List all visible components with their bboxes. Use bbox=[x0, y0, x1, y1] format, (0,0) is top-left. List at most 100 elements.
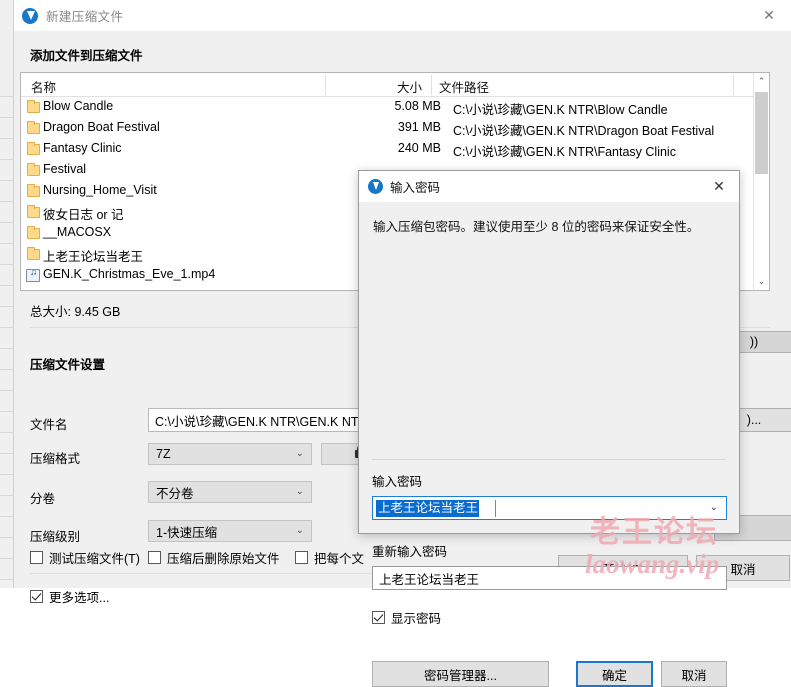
file-name: GEN.K_Christmas_Eve_1.mp4 bbox=[43, 267, 216, 281]
repeat-password-value: 上老王论坛当老王 bbox=[379, 572, 480, 587]
more-options-label: 更多选项... bbox=[49, 591, 110, 605]
level-value: 1-快速压缩 bbox=[156, 525, 218, 540]
dialog-divider bbox=[372, 459, 726, 460]
file-path: C:\小说\珍藏\GEN.K NTR\Fantasy Clinic bbox=[453, 145, 676, 159]
volume-value: 不分卷 bbox=[156, 486, 194, 501]
window-title: 新建压缩文件 bbox=[46, 10, 124, 24]
media-file-icon bbox=[26, 269, 40, 282]
scroll-up-icon[interactable]: ⌃ bbox=[754, 73, 769, 90]
background-row-divider bbox=[0, 558, 14, 559]
repeat-password-input[interactable]: 上老王论坛当老王 bbox=[372, 566, 727, 590]
scroll-down-icon[interactable]: ⌄ bbox=[754, 273, 769, 290]
background-row-divider bbox=[0, 453, 14, 454]
table-row[interactable]: Blow Candle 5.08 MB C:\小说\珍藏\GEN.K NTR\B… bbox=[21, 98, 754, 119]
filename-label: 文件名 bbox=[30, 418, 68, 432]
dialog-description: 输入压缩包密码。建议使用至少 8 位的密码来保证安全性。 bbox=[373, 220, 700, 234]
folder-icon bbox=[27, 226, 40, 239]
background-row-divider bbox=[0, 264, 14, 265]
background-row-divider bbox=[0, 243, 14, 244]
checkbox-box[interactable] bbox=[295, 551, 308, 564]
table-row[interactable]: Fantasy Clinic 240 MB C:\小说\珍藏\GEN.K NTR… bbox=[21, 140, 754, 161]
volume-select[interactable]: 不分卷 ⌄ bbox=[148, 481, 312, 503]
archiver-icon bbox=[22, 7, 38, 24]
background-row-divider bbox=[0, 579, 14, 580]
file-size: 5.08 MB bbox=[394, 99, 441, 113]
background-row-divider bbox=[0, 222, 14, 223]
file-name: Festival bbox=[43, 162, 87, 176]
checkbox-delete-after[interactable]: 压缩后删除原始文件 bbox=[148, 548, 280, 567]
checkbox-label: 压缩后删除原始文件 bbox=[167, 552, 280, 566]
checkbox-box[interactable] bbox=[30, 590, 43, 603]
page-title: 添加文件到压缩文件 bbox=[30, 49, 143, 63]
dialog-cancel-button[interactable]: 取消 bbox=[661, 661, 727, 687]
password-input[interactable]: 上老王论坛当老王 ⌄ bbox=[372, 496, 727, 520]
file-list-header: 名称 大小 文件路径 bbox=[21, 73, 769, 97]
close-icon[interactable]: ✕ bbox=[747, 0, 791, 31]
background-row-divider bbox=[0, 516, 14, 517]
background-row-divider bbox=[0, 201, 14, 202]
column-header-size[interactable]: 大小 bbox=[397, 77, 422, 96]
background-row-divider bbox=[0, 180, 14, 181]
close-icon[interactable]: ✕ bbox=[699, 171, 739, 202]
folder-icon bbox=[27, 247, 40, 260]
file-path: C:\小说\珍藏\GEN.K NTR\Blow Candle bbox=[453, 103, 668, 117]
password-label: 输入密码 bbox=[372, 475, 423, 489]
column-divider[interactable] bbox=[431, 75, 432, 95]
folder-icon bbox=[27, 184, 40, 197]
table-row[interactable]: Dragon Boat Festival 391 MB C:\小说\珍藏\GEN… bbox=[21, 119, 754, 140]
ok-button[interactable]: 确定 bbox=[576, 661, 653, 687]
checkbox-label: 测试压缩文件(T) bbox=[49, 552, 140, 566]
background-row-divider bbox=[0, 369, 14, 370]
chevron-down-icon: ⌄ bbox=[295, 486, 304, 497]
level-label: 压缩级别 bbox=[30, 530, 81, 544]
checkbox-each-file[interactable]: 把每个文 bbox=[295, 548, 364, 567]
background-row-divider bbox=[0, 537, 14, 538]
background-row-divider bbox=[0, 306, 14, 307]
chevron-down-icon[interactable]: ⌄ bbox=[710, 502, 718, 513]
background-window-explorer bbox=[0, 0, 14, 588]
file-name: Fantasy Clinic bbox=[43, 141, 122, 155]
checkbox-test-archive[interactable]: 测试压缩文件(T) bbox=[30, 548, 140, 567]
background-row-divider bbox=[0, 138, 14, 139]
folder-icon bbox=[27, 142, 40, 155]
format-select[interactable]: 7Z ⌄ bbox=[148, 443, 312, 465]
file-path: C:\小说\珍藏\GEN.K NTR\Dragon Boat Festival bbox=[453, 124, 715, 138]
checkbox-box[interactable] bbox=[148, 551, 161, 564]
background-row-divider bbox=[0, 327, 14, 328]
format-label: 压缩格式 bbox=[30, 452, 81, 466]
file-list-scrollbar[interactable]: ⌃ ⌄ bbox=[753, 73, 769, 290]
title-bar: 新建压缩文件 ✕ bbox=[14, 0, 791, 31]
scrollbar-thumb[interactable] bbox=[755, 92, 768, 174]
file-name: Nursing_Home_Visit bbox=[43, 183, 157, 197]
background-row-divider bbox=[0, 474, 14, 475]
background-row-divider bbox=[0, 348, 14, 349]
enter-password-dialog: 输入密码 ✕ 输入压缩包密码。建议使用至少 8 位的密码来保证安全性。 输入密码… bbox=[358, 170, 740, 687]
column-divider[interactable] bbox=[733, 75, 734, 95]
file-size: 391 MB bbox=[397, 120, 441, 134]
checkbox-box[interactable] bbox=[372, 611, 385, 624]
column-divider[interactable] bbox=[325, 75, 326, 95]
file-name: Dragon Boat Festival bbox=[43, 120, 160, 134]
volume-label: 分卷 bbox=[30, 492, 56, 506]
filename-value: C:\小说\珍藏\GEN.K NTR\GEN.K NT bbox=[155, 414, 359, 429]
chevron-down-icon: ⌄ bbox=[295, 525, 304, 536]
repeat-password-label: 重新输入密码 bbox=[372, 545, 448, 559]
folder-icon bbox=[27, 163, 40, 176]
folder-icon bbox=[27, 205, 40, 218]
total-size-label: 总大小: 9.45 GB bbox=[30, 305, 121, 319]
file-size: 240 MB bbox=[397, 141, 441, 155]
password-manager-button[interactable]: 密码管理器... bbox=[372, 661, 549, 687]
checkbox-box[interactable] bbox=[30, 551, 43, 564]
show-password-checkbox[interactable]: 显示密码 bbox=[372, 608, 441, 627]
level-select[interactable]: 1-快速压缩 ⌄ bbox=[148, 520, 312, 542]
column-header-name[interactable]: 名称 bbox=[31, 77, 56, 96]
more-options-toggle[interactable]: 更多选项... bbox=[30, 587, 109, 606]
background-row-divider bbox=[0, 96, 14, 97]
background-row-divider bbox=[0, 495, 14, 496]
background-row-divider bbox=[0, 159, 14, 160]
column-header-path[interactable]: 文件路径 bbox=[439, 77, 489, 96]
dialog-title-bar: 输入密码 ✕ bbox=[359, 171, 739, 202]
folder-icon bbox=[27, 100, 40, 113]
show-password-label: 显示密码 bbox=[391, 612, 442, 626]
chevron-down-icon: ⌄ bbox=[295, 448, 304, 459]
